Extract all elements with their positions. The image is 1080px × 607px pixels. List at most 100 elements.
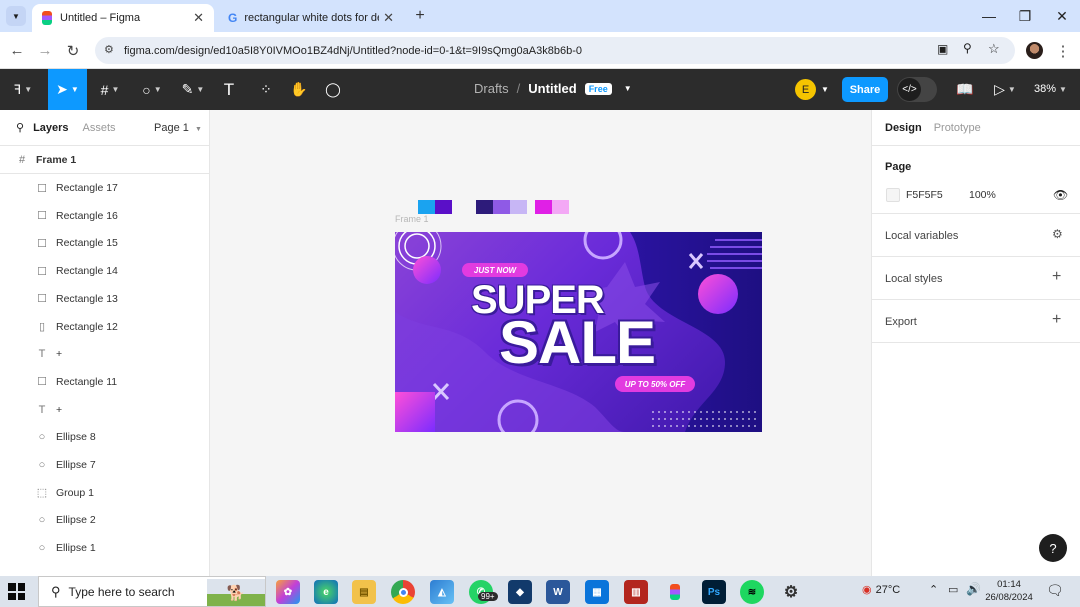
- tab-figma[interactable]: Untitled – Figma ✕: [32, 4, 214, 32]
- layer-row[interactable]: ○ Ellipse 1: [0, 534, 209, 562]
- bookmark-star-icon[interactable]: ☆: [988, 41, 1000, 57]
- layer-row[interactable]: ○ Ellipse 2: [0, 506, 209, 534]
- tray-chevron-up-icon[interactable]: ⌃: [929, 583, 938, 596]
- export-section[interactable]: Export +: [872, 300, 1080, 343]
- chrome-icon[interactable]: [391, 580, 415, 604]
- forward-icon[interactable]: →: [31, 32, 59, 69]
- microsoft-store-icon[interactable]: ▦: [585, 580, 609, 604]
- text-tool-icon[interactable]: T: [216, 69, 242, 110]
- page-color-swatch[interactable]: [886, 188, 900, 202]
- file-menu-chevron-down-icon[interactable]: ▼: [624, 84, 632, 93]
- add-style-plus-icon[interactable]: +: [1052, 268, 1061, 286]
- multiplayer-chevron-down-icon[interactable]: ▼: [821, 85, 829, 94]
- shape-tool-ellipse-icon[interactable]: ○ ▼: [135, 69, 169, 110]
- page-selector[interactable]: Page 1 ▼: [154, 122, 202, 134]
- restore-icon[interactable]: ❐: [1007, 0, 1043, 32]
- reader-app-icon[interactable]: ▥: [624, 580, 648, 604]
- site-settings-icon[interactable]: ⚙: [104, 43, 114, 56]
- drafts-link[interactable]: Drafts: [474, 81, 509, 96]
- layer-row[interactable]: ☐ Rectangle 16: [0, 202, 209, 230]
- help-button[interactable]: ?: [1039, 534, 1067, 562]
- layer-row[interactable]: ☐ Rectangle 14: [0, 257, 209, 285]
- tab-prototype[interactable]: Prototype: [934, 122, 981, 134]
- color-swatch[interactable]: [510, 200, 527, 214]
- main-menu-figma-icon[interactable]: ꟻ ▼: [6, 69, 40, 110]
- close-window-icon[interactable]: ✕: [1044, 0, 1080, 32]
- share-button[interactable]: Share: [842, 77, 888, 102]
- tab-layers[interactable]: Layers: [33, 122, 68, 134]
- tab-google[interactable]: G rectangular white dots for desi ✕: [218, 4, 404, 32]
- new-tab-button[interactable]: +: [410, 6, 430, 26]
- move-tool-icon[interactable]: ➤ ▼: [48, 69, 87, 110]
- figma-app-icon[interactable]: [663, 580, 687, 604]
- layer-row[interactable]: ☐ Rectangle 17: [0, 174, 209, 202]
- page-color-hex[interactable]: F5F5F5: [906, 189, 943, 201]
- close-tab-icon[interactable]: ✕: [383, 10, 394, 26]
- reload-icon[interactable]: ↻: [59, 32, 87, 69]
- minimize-icon[interactable]: —: [971, 0, 1007, 32]
- zoom-icon[interactable]: ⚲: [963, 41, 972, 55]
- store-app-icon[interactable]: ◆: [508, 580, 532, 604]
- comment-tool-icon[interactable]: ◯: [320, 69, 346, 110]
- layer-row[interactable]: T +: [0, 340, 209, 368]
- color-swatch[interactable]: [435, 200, 452, 214]
- weather-widget[interactable]: ◉ 27°C: [862, 583, 900, 597]
- file-explorer-icon[interactable]: ▤: [352, 580, 376, 604]
- zoom-menu[interactable]: 38% ▼: [1034, 83, 1067, 95]
- photos-icon[interactable]: ◭: [430, 580, 454, 604]
- browser-menu-icon[interactable]: ⋮: [1049, 32, 1077, 69]
- tab-assets[interactable]: Assets: [83, 122, 116, 134]
- taskbar-search-box[interactable]: ⚲ Type here to search 🐕: [38, 576, 266, 607]
- volume-icon[interactable]: 🔊: [966, 582, 981, 596]
- close-tab-icon[interactable]: ✕: [193, 10, 204, 26]
- copilot-icon[interactable]: ✿: [276, 580, 300, 604]
- file-name[interactable]: Untitled: [528, 81, 576, 96]
- frame-label[interactable]: Frame 1: [395, 214, 429, 224]
- layer-row[interactable]: ☐ Rectangle 13: [0, 285, 209, 313]
- library-book-icon[interactable]: 📖: [952, 69, 978, 110]
- sale-banner-frame[interactable]: JUST NOW SUPER SALE UP TO 50% OFF: [395, 232, 762, 432]
- page-opacity[interactable]: 100%: [969, 189, 996, 201]
- layer-row[interactable]: ○ Ellipse 8: [0, 423, 209, 451]
- back-icon[interactable]: ←: [3, 32, 31, 69]
- frame-tool-icon[interactable]: # ▼: [93, 69, 127, 110]
- profile-avatar[interactable]: [1026, 42, 1043, 59]
- address-bar[interactable]: ⚙ figma.com/design/ed10a5I8Y0IVMOo1BZ4dN…: [95, 37, 1015, 64]
- spotify-icon[interactable]: ≋: [740, 580, 764, 604]
- search-layers-icon[interactable]: ⚲: [16, 121, 24, 134]
- user-avatar[interactable]: E: [795, 79, 816, 100]
- layer-row[interactable]: ☐ Rectangle 11: [0, 368, 209, 396]
- layer-row[interactable]: ▯ Rectangle 12: [0, 313, 209, 341]
- clock[interactable]: 01:14 26/08/2024: [983, 578, 1035, 604]
- layer-frame-1[interactable]: # Frame 1: [0, 146, 209, 174]
- local-variables-section[interactable]: Local variables ⚙: [872, 214, 1080, 257]
- edge-browser-icon[interactable]: e: [314, 580, 338, 604]
- add-export-plus-icon[interactable]: +: [1052, 311, 1061, 329]
- settings-gear-icon[interactable]: ⚙: [779, 580, 803, 604]
- tab-search-button[interactable]: ▼: [6, 6, 26, 26]
- color-swatch[interactable]: [418, 200, 435, 214]
- photoshop-icon[interactable]: Ps: [702, 580, 726, 604]
- design-canvas[interactable]: Frame 1 JUST NOW SUPER SALE UP TO 50% OF…: [210, 110, 871, 576]
- dev-mode-toggle[interactable]: </>: [897, 77, 937, 102]
- variables-adjust-icon[interactable]: ⚙: [1052, 227, 1063, 241]
- pen-tool-icon[interactable]: ✎ ▼: [176, 69, 210, 110]
- visibility-eye-icon[interactable]: 👁: [1053, 188, 1068, 202]
- install-app-icon[interactable]: ▣: [937, 42, 948, 56]
- tab-design[interactable]: Design: [885, 122, 922, 134]
- color-swatch[interactable]: [535, 200, 552, 214]
- layer-row[interactable]: ☐ Rectangle 15: [0, 229, 209, 257]
- network-icon[interactable]: ▭: [948, 583, 958, 596]
- color-swatch[interactable]: [493, 200, 510, 214]
- notifications-icon[interactable]: 🗨: [1046, 582, 1064, 599]
- word-icon[interactable]: W: [546, 580, 570, 604]
- layer-row[interactable]: T +: [0, 396, 209, 424]
- present-play-icon[interactable]: ▷ ▼: [990, 69, 1020, 110]
- hand-tool-icon[interactable]: ✋: [286, 69, 312, 110]
- color-swatch[interactable]: [552, 200, 569, 214]
- color-swatch[interactable]: [476, 200, 493, 214]
- layer-row[interactable]: ○ Ellipse 7: [0, 451, 209, 479]
- windows-start-icon[interactable]: [8, 583, 25, 600]
- local-styles-section[interactable]: Local styles +: [872, 257, 1080, 300]
- resources-tool-icon[interactable]: ⁘: [253, 69, 279, 110]
